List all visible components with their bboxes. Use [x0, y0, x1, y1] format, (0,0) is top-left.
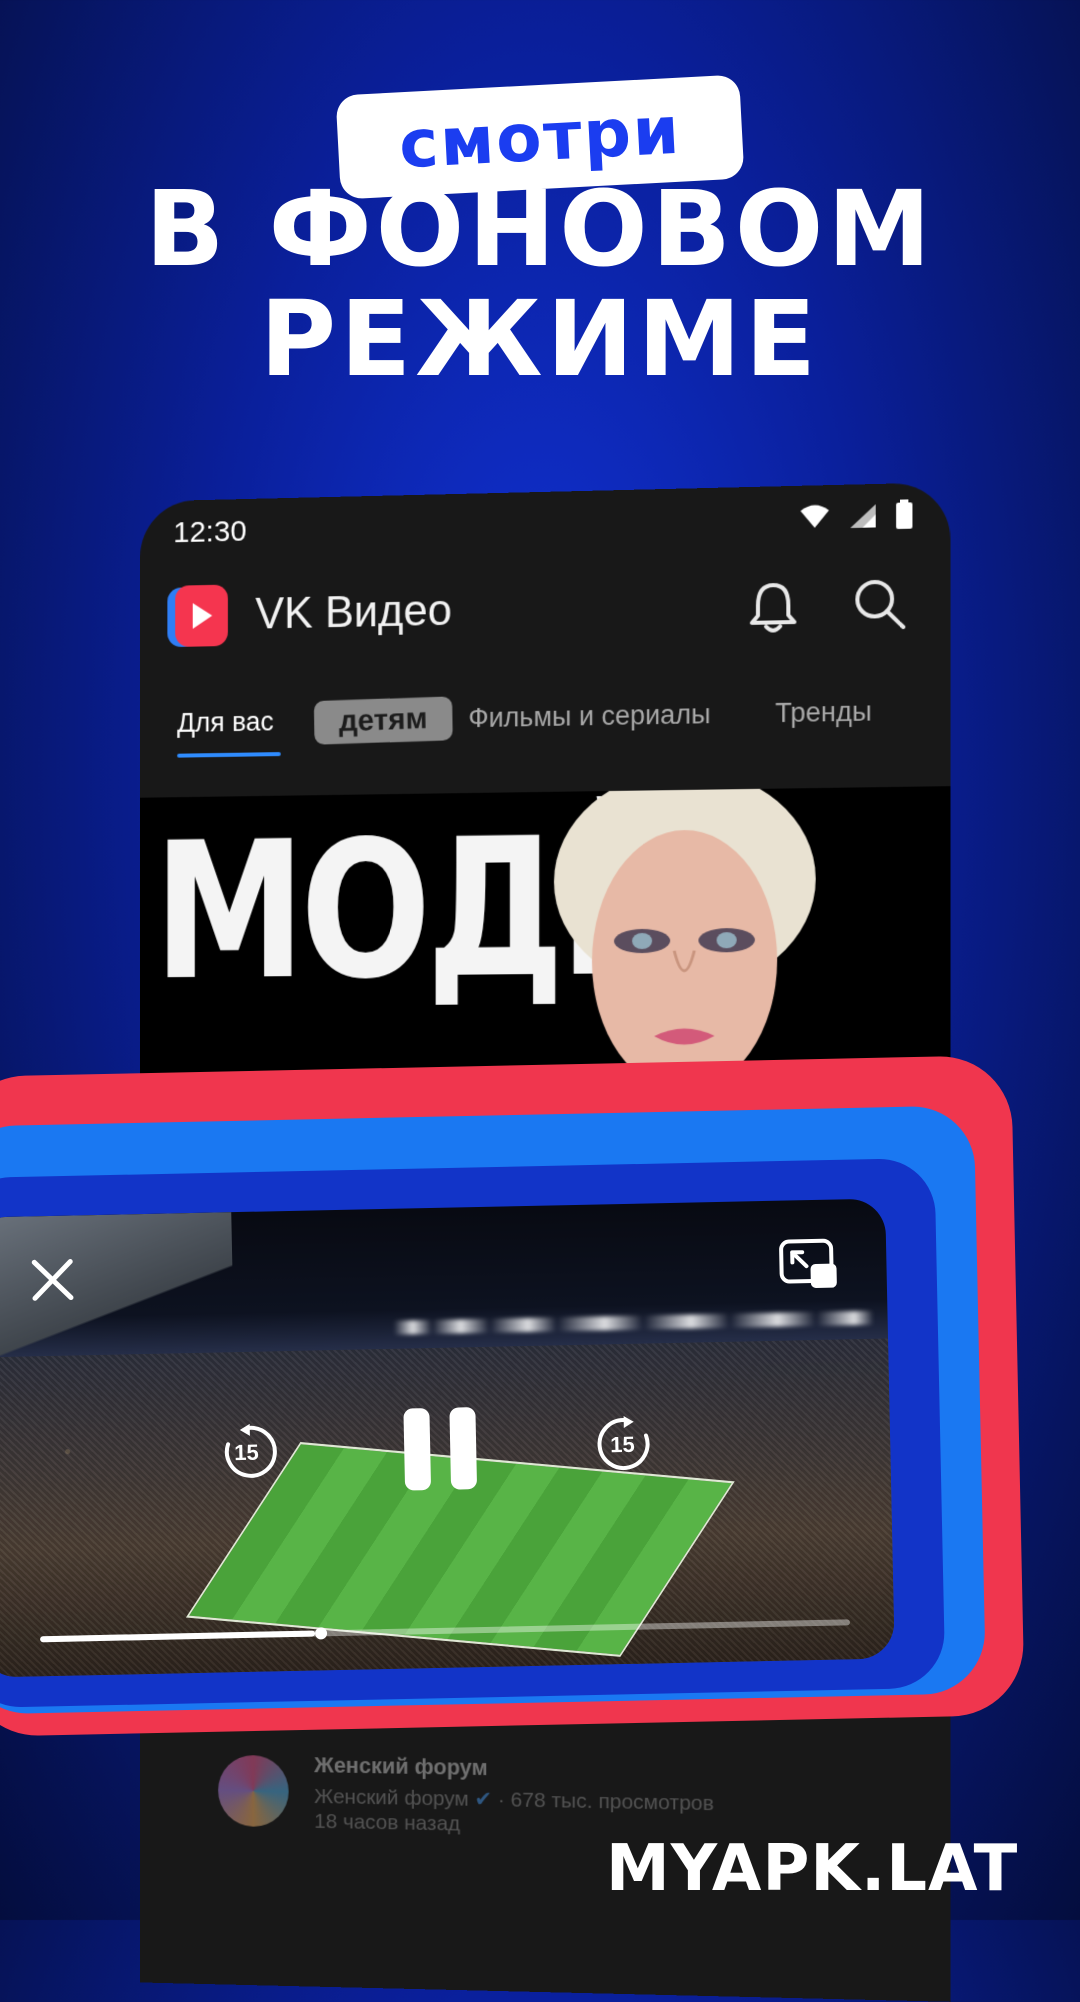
status-bar: 12:30 — [140, 482, 950, 561]
vk-video-logo — [167, 584, 228, 648]
promo-headline-line2: режиме — [259, 278, 821, 400]
battery-icon — [896, 499, 913, 530]
tab-kids-label: детям — [338, 702, 428, 739]
signal-icon — [850, 504, 876, 529]
rewind-seconds: 15 — [234, 1439, 260, 1466]
pause-icon[interactable] — [399, 1403, 481, 1495]
promo-headline-line1: в фоновом — [145, 168, 935, 290]
tab-trends[interactable]: Тренды — [775, 696, 872, 729]
forward-button[interactable]: 15 — [594, 1413, 655, 1474]
search-icon[interactable] — [852, 576, 907, 632]
expand-icon[interactable] — [778, 1237, 839, 1292]
forward-seconds: 15 — [609, 1431, 635, 1458]
featured-banner[interactable]: МОДЙ — [140, 786, 951, 1075]
stadium-lights — [393, 1310, 874, 1335]
tab-movies-series[interactable]: Фильмы и сериалы — [468, 699, 710, 734]
banner-portrait — [553, 787, 816, 1075]
wifi-icon — [800, 504, 829, 529]
close-icon[interactable] — [30, 1257, 75, 1302]
status-time: 12:30 — [173, 514, 247, 550]
tab-for-you[interactable]: Для вас — [177, 707, 274, 739]
mini-player[interactable]: 15 15 — [0, 1198, 895, 1678]
bell-icon[interactable] — [747, 579, 800, 636]
video-time: 18 часов назад — [314, 1809, 461, 1836]
watermark: MYAPK.LAT — [606, 1832, 1019, 1906]
tab-kids[interactable]: детям — [313, 696, 453, 745]
view-count: · 678 тыс. просмотров — [497, 1788, 714, 1816]
channel-name[interactable]: Женский форум — [314, 1785, 469, 1811]
app-title: VK Видео — [255, 585, 452, 639]
verified-icon: ✔ — [474, 1787, 493, 1812]
rewind-button[interactable]: 15 — [220, 1421, 281, 1482]
video-title[interactable]: Женский форум — [314, 1752, 488, 1781]
status-icons — [799, 499, 913, 532]
channel-avatar[interactable] — [218, 1754, 289, 1828]
active-tab-indicator — [177, 752, 281, 758]
